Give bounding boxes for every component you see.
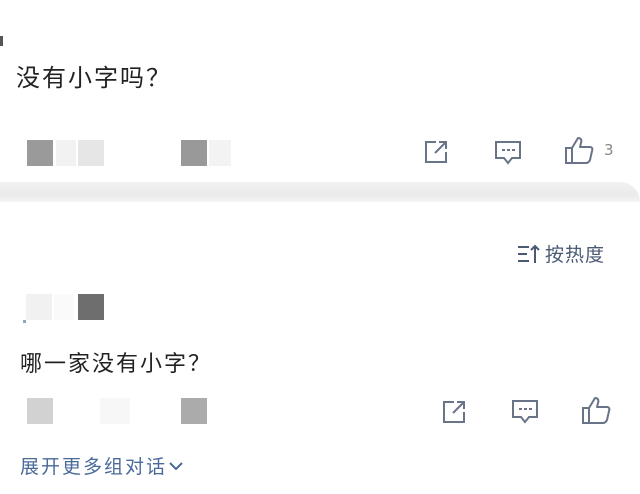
timestamp-blur (209, 140, 231, 166)
comment-icon[interactable] (510, 396, 540, 426)
expand-more-button[interactable]: 展开更多组对话 (20, 452, 185, 479)
username-blur (78, 140, 104, 166)
expand-label: 展开更多组对话 (20, 456, 168, 478)
post-text: 没有小字吗？ (16, 64, 172, 92)
sort-icon (518, 244, 540, 263)
share-icon[interactable] (422, 138, 450, 166)
timestamp-blur (181, 398, 207, 424)
like-count: 3 (604, 141, 614, 159)
avatar-blur (27, 140, 53, 166)
username-blur (56, 140, 76, 166)
timestamp-blur (181, 140, 207, 166)
edge-mark (0, 36, 3, 46)
avatar-blur (27, 398, 53, 424)
section-divider (0, 182, 640, 202)
comments-page: 没有小字吗？ 3 按热度 哪一家没有小字？ 展开更多组对话 (0, 0, 640, 494)
chevron-down-icon (169, 461, 183, 470)
comment-icon[interactable] (493, 137, 523, 167)
sort-label: 按热度 (545, 244, 606, 266)
edge-mark (23, 320, 26, 323)
username-blur (78, 294, 104, 320)
comment-text: 哪一家没有小字？ (20, 352, 213, 377)
like-icon[interactable] (580, 394, 612, 426)
like-icon[interactable] (563, 134, 595, 166)
share-icon[interactable] (440, 398, 468, 426)
avatar-blur (26, 294, 52, 320)
avatar-blur (54, 294, 74, 320)
username-blur (100, 398, 130, 424)
sort-button[interactable]: 按热度 (517, 240, 605, 267)
